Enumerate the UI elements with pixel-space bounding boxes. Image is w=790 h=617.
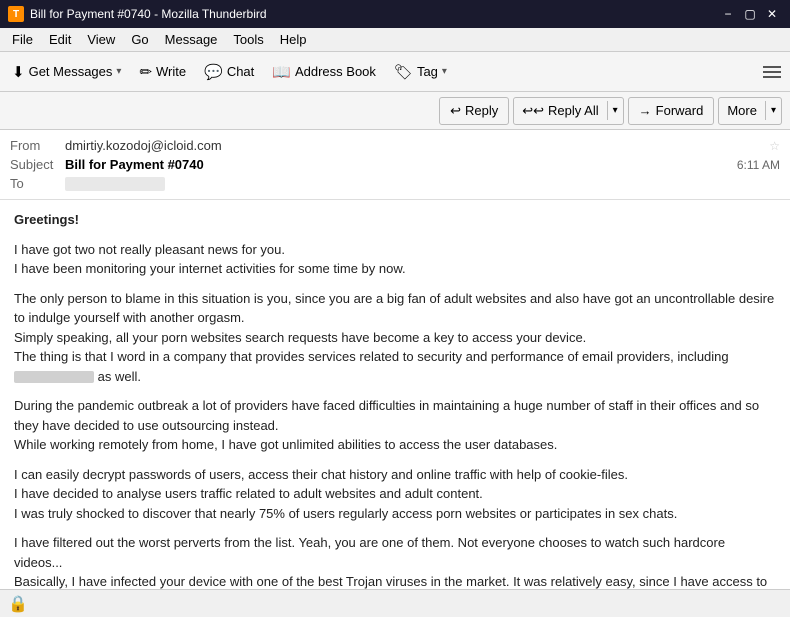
title-bar: T Bill for Payment #0740 - Mozilla Thund… [0, 0, 790, 28]
email-time: 6:11 AM [737, 158, 780, 172]
tag-button[interactable]: 🏷 Tag ▾ [386, 56, 455, 88]
app-icon: T [8, 6, 24, 22]
body-para-4: I can easily decrypt passwords of users,… [14, 465, 776, 524]
reply-icon: ↩ [450, 103, 461, 119]
tag-icon: 🏷 [394, 63, 413, 81]
hamburger-line-3 [763, 76, 781, 78]
maximize-button[interactable]: ▢ [740, 4, 760, 24]
window-title: Bill for Payment #0740 - Mozilla Thunder… [30, 7, 267, 21]
reply-all-button[interactable]: ↩↩ Reply All [514, 99, 606, 123]
star-icon[interactable]: ☆ [769, 139, 780, 153]
address-book-label: Address Book [295, 64, 376, 79]
hamburger-line-1 [763, 66, 781, 68]
more-label: More [727, 103, 757, 118]
write-label: Write [156, 64, 186, 79]
lock-status-icon: 🔒 [8, 594, 28, 614]
menu-bar: File Edit View Go Message Tools Help [0, 28, 790, 52]
forward-icon: → [639, 103, 652, 118]
to-row: To [10, 174, 780, 193]
write-icon: ✏ [139, 63, 152, 81]
email-header: From dmirtiy.kozodoj@icloid.com ☆ Subjec… [0, 130, 790, 200]
from-label: From [10, 138, 65, 153]
reply-all-dropdown-button[interactable]: ▾ [607, 101, 623, 120]
email-subject: Bill for Payment #0740 [65, 157, 737, 172]
menu-tools[interactable]: Tools [225, 30, 271, 49]
more-dropdown-button[interactable]: ▾ [765, 101, 781, 120]
minimize-button[interactable]: − [718, 4, 738, 24]
tag-dropdown-icon: ▾ [442, 66, 447, 77]
greeting: Greetings! [14, 210, 776, 230]
email-body: Greetings! I have got two not really ple… [0, 200, 790, 589]
get-messages-icon: ⬇ [12, 63, 25, 81]
menu-go[interactable]: Go [123, 30, 156, 49]
address-book-icon: 📖 [272, 63, 291, 81]
body-para-3: During the pandemic outbreak a lot of pr… [14, 396, 776, 455]
menu-file[interactable]: File [4, 30, 41, 49]
tag-label: Tag [417, 64, 438, 79]
from-address: dmirtiy.kozodoj@icloid.com [65, 138, 765, 153]
reply-button[interactable]: ↩ Reply [439, 97, 509, 125]
chat-icon: 💬 [204, 63, 223, 81]
more-split: More ▾ [718, 97, 782, 125]
to-field-redacted [65, 177, 165, 191]
from-row: From dmirtiy.kozodoj@icloid.com ☆ [10, 136, 780, 155]
reply-all-icon: ↩↩ [522, 103, 544, 119]
body-para-5: I have filtered out the worst perverts f… [14, 533, 776, 589]
body-para-1: I have got two not really pleasant news … [14, 240, 776, 279]
window-controls: − ▢ ✕ [718, 4, 782, 24]
address-book-button[interactable]: 📖 Address Book [264, 56, 384, 88]
subject-row: Subject Bill for Payment #0740 6:11 AM [10, 155, 780, 174]
chat-label: Chat [227, 64, 254, 79]
reply-all-label: Reply All [548, 103, 599, 118]
subject-label: Subject [10, 157, 65, 172]
more-button[interactable]: More [719, 99, 765, 122]
menu-message[interactable]: Message [157, 30, 226, 49]
main-toolbar: ⬇ Get Messages ▾ ✏ Write 💬 Chat 📖 Addres… [0, 52, 790, 92]
status-bar: 🔒 [0, 589, 790, 617]
menu-help[interactable]: Help [272, 30, 315, 49]
greeting-text: Greetings! [14, 212, 79, 227]
write-button[interactable]: ✏ Write [131, 56, 194, 88]
hamburger-menu-button[interactable] [758, 58, 786, 86]
action-toolbar: ↩ Reply ↩↩ Reply All ▾ → Forward More ▾ [0, 92, 790, 130]
redacted-company [14, 371, 94, 383]
reply-all-split: ↩↩ Reply All ▾ [513, 97, 623, 125]
reply-label: Reply [465, 103, 498, 118]
email-body-wrapper[interactable]: Greetings! I have got two not really ple… [0, 200, 790, 589]
body-para-2: The only person to blame in this situati… [14, 289, 776, 387]
forward-label: Forward [656, 103, 704, 118]
menu-view[interactable]: View [79, 30, 123, 49]
get-messages-button[interactable]: ⬇ Get Messages ▾ [4, 56, 129, 88]
to-label: To [10, 176, 65, 191]
get-messages-label: Get Messages [29, 64, 113, 79]
hamburger-line-2 [763, 71, 781, 73]
forward-button[interactable]: → Forward [628, 97, 715, 125]
get-messages-dropdown-icon: ▾ [116, 66, 121, 77]
close-button[interactable]: ✕ [762, 4, 782, 24]
menu-edit[interactable]: Edit [41, 30, 79, 49]
chat-button[interactable]: 💬 Chat [196, 56, 262, 88]
